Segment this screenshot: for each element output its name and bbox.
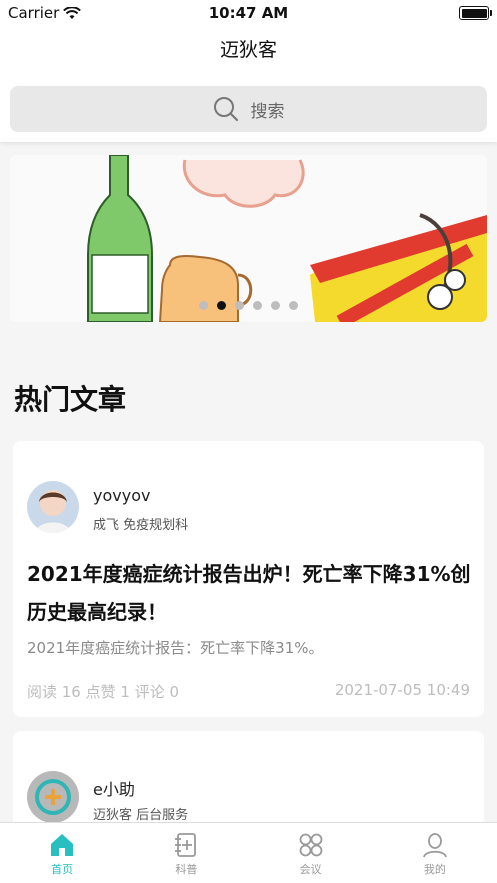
avatar[interactable] — [27, 481, 79, 533]
status-bar: Carrier 10:47 AM — [0, 0, 497, 26]
page-title: 迈狄客 — [219, 39, 277, 61]
author-organization: 成飞 免疫规划科 — [93, 518, 189, 533]
navigation-bar: 迈狄客 — [0, 26, 497, 76]
tab-label: 会议 — [299, 863, 322, 876]
article-stats: 阅读 16 点赞 1 评论 0 — [27, 683, 180, 701]
carousel-dot[interactable] — [235, 301, 244, 310]
person-icon — [422, 833, 447, 858]
article-date: 2021-07-05 10:49 — [334, 681, 470, 699]
clock: 10:47 AM — [208, 4, 289, 22]
grid-icon — [299, 833, 323, 857]
carousel-dot[interactable] — [289, 301, 298, 310]
search-bar-container: 搜索 — [0, 76, 497, 142]
search-icon — [213, 97, 238, 122]
tab-bar: 首页 科普 会议 我的 — [0, 822, 497, 883]
avatar-portrait — [27, 481, 79, 533]
banner-carousel[interactable] — [10, 155, 487, 322]
article-summary: 2021年度癌症统计报告：死亡率下降31%。 — [27, 639, 324, 657]
author-name[interactable]: e小助 — [93, 776, 135, 800]
search-input[interactable]: 搜索 — [10, 86, 487, 132]
banner-illustration — [10, 155, 487, 322]
carousel-dot[interactable] — [271, 301, 280, 310]
search-placeholder: 搜索 — [250, 101, 285, 122]
notebook-icon — [175, 833, 197, 857]
carousel-dot-active[interactable] — [217, 301, 226, 310]
author-name[interactable]: yovyov — [93, 486, 150, 505]
tab-label: 我的 — [423, 863, 446, 876]
home-icon — [51, 834, 74, 856]
tab-profile[interactable]: 我的 — [373, 823, 497, 883]
tab-label: 首页 — [51, 863, 74, 876]
section-title: 热门文章 — [14, 383, 127, 416]
tab-label: 科普 — [175, 863, 198, 876]
tab-home[interactable]: 首页 — [0, 823, 124, 883]
author-organization: 迈狄客 后台服务 — [93, 808, 189, 823]
carousel-dot[interactable] — [253, 301, 262, 310]
carousel-dot[interactable] — [199, 301, 208, 310]
carousel-indicator[interactable] — [10, 301, 487, 310]
tab-meetings[interactable]: 会议 — [249, 823, 373, 883]
article-card[interactable]: yovyov 成飞 免疫规划科 2021年度癌症统计报告出炉！死亡率下降31%创… — [13, 441, 484, 717]
avatar[interactable] — [27, 771, 79, 823]
article-title[interactable]: 2021年度癌症统计报告出炉！死亡率下降31%创历史最高纪录！ — [27, 555, 472, 631]
assistant-logo-icon — [27, 771, 79, 823]
tab-science[interactable]: 科普 — [124, 823, 248, 883]
battery-icon — [459, 6, 492, 20]
